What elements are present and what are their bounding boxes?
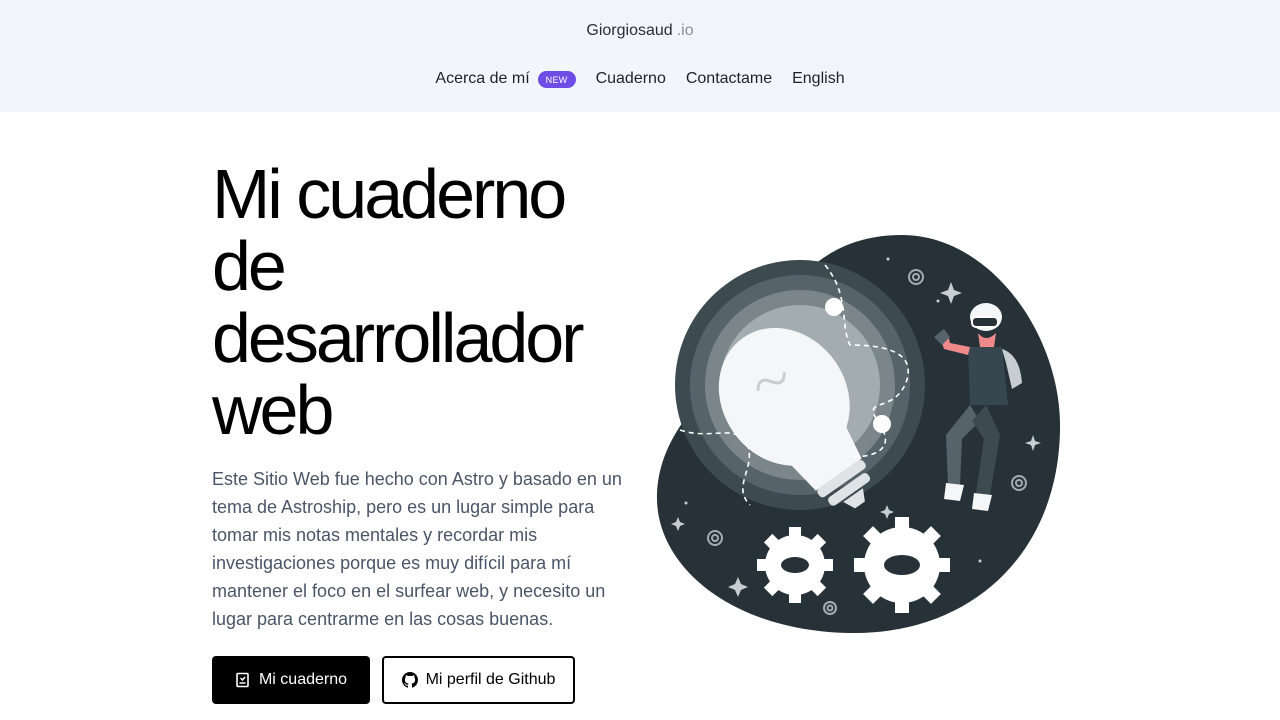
notebook-button[interactable]: Mi cuaderno xyxy=(212,656,370,704)
nav-item-language[interactable]: English xyxy=(792,70,844,88)
hero-illustration xyxy=(656,235,1061,634)
gear-icon xyxy=(854,517,950,613)
nav-item-contact[interactable]: Contactame xyxy=(686,70,772,88)
brand-name: Giorgiosaud xyxy=(586,22,673,39)
hero-title-line: Mi cuaderno xyxy=(212,155,567,233)
nav-item-notebook[interactable]: Cuaderno xyxy=(596,70,666,88)
hero-title-line: de xyxy=(212,227,287,305)
new-badge: NEW xyxy=(537,70,576,88)
site-logo[interactable]: Giorgiosaud .io xyxy=(0,22,1280,40)
github-profile-button[interactable]: Mi perfil de Github xyxy=(382,656,575,704)
brand-tld: .io xyxy=(676,22,694,39)
site-header: Giorgiosaud .io Acerca de mí NEW Cuaderno… xyxy=(0,0,1280,112)
github-icon xyxy=(401,672,418,688)
github-button-label: Mi perfil de Github xyxy=(425,671,556,688)
notebook-icon xyxy=(235,672,251,688)
hero-title-line: desarrollador xyxy=(212,299,585,377)
hero-title-line: web xyxy=(212,371,334,449)
path-node xyxy=(825,298,843,316)
hero-title: Mi cuaderno de desarrollador web xyxy=(212,158,632,446)
nav-item-about[interactable]: Acerca de mí NEW xyxy=(435,70,576,88)
nav-item-label: Acerca de mí xyxy=(435,70,530,87)
gear-icon xyxy=(757,527,833,603)
hero-description: Este Sitio Web fue hecho con Astro y bas… xyxy=(212,469,622,629)
main-nav: Acerca de mí NEW Cuaderno Contactame Eng… xyxy=(0,70,1280,88)
path-node xyxy=(873,415,891,433)
notebook-button-label: Mi cuaderno xyxy=(258,671,348,688)
